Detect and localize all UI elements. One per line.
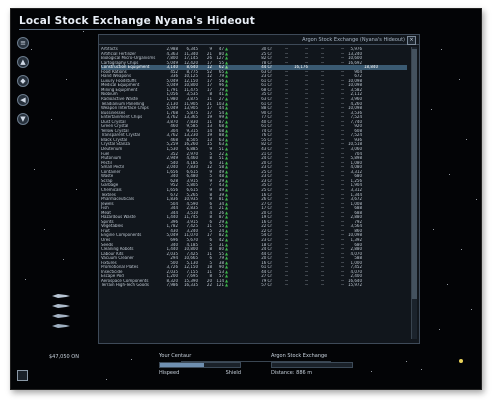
table-cell: Terrain High-Tech Goods: [101, 283, 149, 288]
star: [25, 279, 26, 280]
star: [406, 361, 407, 362]
hud-right: Argon Stock Exchange Distance: 886 m: [271, 353, 353, 376]
star: [63, 259, 64, 260]
scrollbar-thumb[interactable]: [412, 49, 417, 299]
table-cell: 57 Cr: [261, 283, 272, 288]
hud-right-title: Argon Stock Exchange: [271, 353, 328, 359]
table-cell: 22: [206, 283, 212, 288]
game-screen: Local Stock Exchange Nyana's Hideout ≡ ▲…: [10, 8, 482, 390]
window-title: Local Stock Exchange Nyana's Hideout: [19, 15, 255, 27]
arrow-up-icon[interactable]: ▲: [17, 56, 29, 68]
table-cell: --: [321, 283, 324, 288]
hud-left: Your Centaur Hispeed Shield: [159, 353, 241, 376]
sun-icon: [459, 359, 463, 363]
ship-icon[interactable]: [51, 293, 71, 299]
hud-right-label: Distance: 886 m: [271, 370, 313, 376]
star: [66, 79, 67, 80]
star: [433, 229, 434, 230]
star: [449, 174, 450, 175]
panel-header-title: Argon Stock Exchange (Nyana's Hideout): [302, 36, 405, 43]
star: [83, 31, 84, 32]
star: [131, 359, 132, 360]
table-cell: 15,972: [348, 283, 362, 288]
table-cell: 121: [216, 283, 224, 288]
table-cell: --: [341, 283, 344, 288]
star: [51, 119, 52, 120]
table-cell: ▲: [225, 283, 229, 288]
wares-table[interactable]: Artifacts 2,988 6,345 9 47 ▲ 30 Cr -- -- -- -- 5,97…: [101, 47, 407, 288]
menu-icon[interactable]: ≡: [17, 37, 29, 49]
title-underline: [19, 29, 219, 30]
speed-bar-fill: [160, 363, 204, 367]
table-cell: --: [285, 283, 288, 288]
table-cell: 16,335: [184, 283, 198, 288]
hud-left-title: Your Centaur: [159, 353, 192, 359]
star: [371, 371, 372, 372]
hud-left-label-a: Hispeed: [159, 370, 180, 376]
star: [441, 49, 442, 50]
ship-icon[interactable]: [51, 313, 71, 319]
star: [459, 79, 460, 80]
ship-icon[interactable]: [51, 323, 71, 329]
checkbox-icon[interactable]: [17, 370, 28, 381]
star: [76, 189, 77, 190]
star: [431, 109, 432, 110]
star: [466, 139, 467, 140]
credits-prefix: $47,050: [49, 354, 70, 360]
left-toolbar: ≡ ▲ ◆ ◀ ▼: [17, 37, 29, 132]
star: [461, 249, 462, 250]
table-cell: [363, 283, 379, 288]
ship-icon[interactable]: ◆: [17, 75, 29, 87]
star: [34, 169, 35, 170]
star: [447, 284, 448, 285]
hud-left-label-b: Shield: [225, 370, 241, 376]
star: [106, 379, 107, 380]
target-bar: [271, 362, 353, 368]
ship-icon[interactable]: [51, 303, 71, 309]
credits-indicator: $47,050 ON: [49, 354, 79, 360]
star: [439, 329, 440, 330]
stock-exchange-panel: Argon Stock Exchange (Nyana's Hideout) ×…: [98, 34, 420, 344]
star: [44, 229, 45, 230]
table-row[interactable]: Terrain High-Tech Goods 7,986 16,335 22 121 ▲…: [101, 283, 407, 288]
arrow-down-icon[interactable]: ▼: [17, 113, 29, 125]
table-cell: --: [305, 283, 308, 288]
speed-bar: [159, 362, 241, 368]
close-icon[interactable]: ×: [407, 36, 416, 45]
credits-status: ON: [71, 354, 79, 360]
star: [476, 199, 477, 200]
scrollbar[interactable]: [411, 47, 417, 339]
star: [31, 49, 32, 50]
table-cell: 7,986: [166, 283, 178, 288]
arrow-left-icon[interactable]: ◀: [17, 94, 29, 106]
star: [471, 309, 472, 310]
star: [421, 369, 422, 370]
panel-header: Argon Stock Exchange (Nyana's Hideout): [99, 35, 419, 45]
